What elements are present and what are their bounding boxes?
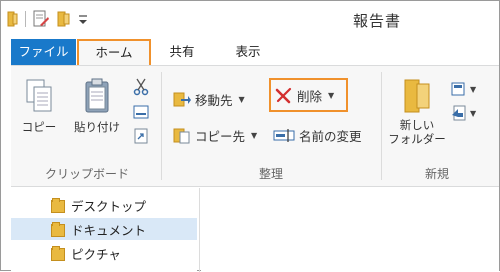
copy-to-icon	[173, 128, 190, 144]
tab-home[interactable]: ホーム	[77, 39, 151, 66]
paste-shortcut-icon[interactable]	[133, 128, 149, 144]
nav-item-documents[interactable]: ドキュメント	[11, 218, 197, 240]
group-divider	[381, 72, 382, 180]
ribbon-home: コピー 貼り付け クリップボード 移動先 ▼ コピー先 ▼ 削除 ▼ 名前の変更…	[11, 65, 499, 187]
chevron-down-icon: ▼	[328, 90, 335, 100]
tab-file[interactable]: ファイル	[11, 39, 76, 66]
customize-toolbar-icon[interactable]	[78, 12, 88, 26]
move-to-button[interactable]: 移動先 ▼	[173, 88, 245, 110]
folder-icon	[51, 198, 65, 213]
copy-to-button[interactable]: コピー先 ▼	[173, 124, 257, 146]
organize-group-label: 整理	[258, 167, 283, 181]
clipboard-group-label: クリップボード	[44, 167, 129, 181]
delete-icon	[275, 87, 292, 104]
new-folder-icon	[404, 79, 430, 113]
new-folder-icon[interactable]	[56, 10, 72, 28]
rename-label: 名前の変更	[299, 128, 362, 144]
tab-view[interactable]: 表示	[223, 39, 273, 66]
nav-item-pictures[interactable]: ピクチャ	[11, 242, 197, 264]
chevron-down-icon: ▼	[238, 94, 245, 104]
file-list-area[interactable]	[201, 188, 499, 272]
pane-divider[interactable]	[199, 188, 200, 272]
new-folder-label-line1: 新しい	[399, 118, 435, 132]
quick-access-toolbar	[7, 9, 88, 29]
rename-icon	[273, 129, 295, 142]
copy-icon	[26, 79, 52, 112]
cut-icon[interactable]	[133, 78, 149, 96]
copy-label: コピー	[21, 120, 57, 134]
rename-button[interactable]: 名前の変更	[273, 124, 362, 146]
nav-item-desktop[interactable]: デスクトップ	[11, 194, 197, 216]
new-item-button[interactable]: ▼	[451, 78, 476, 100]
folder-icon	[51, 222, 65, 237]
paste-icon	[85, 78, 109, 113]
nav-item-label: ドキュメント	[71, 222, 147, 238]
new-folder-button[interactable]: 新しい フォルダー	[383, 76, 451, 146]
title-bar: 報告書	[1, 1, 499, 39]
chevron-down-icon: ▼	[251, 130, 258, 140]
navigation-pane: デスクトップ ドキュメント ピクチャ	[11, 188, 197, 272]
group-divider	[161, 72, 162, 180]
new-folder-label-line2: フォルダー	[388, 132, 446, 146]
new-item-icon	[451, 82, 465, 96]
move-to-label: 移動先	[195, 92, 233, 108]
delete-label: 削除	[297, 88, 323, 104]
easy-access-button[interactable]: ▼	[451, 102, 476, 124]
copy-to-label: コピー先	[195, 128, 246, 144]
folder-icon	[7, 11, 18, 27]
tab-share[interactable]: 共有	[159, 39, 205, 66]
delete-button[interactable]: 削除 ▼	[275, 84, 334, 106]
paste-label: 貼り付け	[74, 120, 120, 134]
window-title: 報告書	[353, 12, 402, 30]
nav-item-label: ピクチャ	[71, 246, 121, 262]
explorer-window: 報告書 ファイル ホーム 共有 表示 コピー 貼り付け クリップボード 移動先 …	[0, 0, 500, 272]
move-to-icon	[173, 92, 191, 107]
copy-button[interactable]: コピー	[19, 78, 59, 135]
chevron-down-icon: ▼	[470, 108, 477, 118]
paste-button[interactable]: 貼り付け	[69, 78, 125, 135]
toolbar-separator	[25, 11, 26, 27]
properties-icon[interactable]	[32, 10, 50, 28]
nav-item-label: デスクトップ	[71, 198, 147, 214]
chevron-down-icon: ▼	[470, 84, 477, 94]
easy-access-icon	[452, 105, 466, 121]
folder-icon	[51, 246, 65, 261]
new-group-label: 新規	[424, 167, 449, 181]
ribbon-tabs: ファイル ホーム 共有 表示	[1, 39, 499, 66]
copy-path-icon[interactable]	[133, 104, 149, 120]
